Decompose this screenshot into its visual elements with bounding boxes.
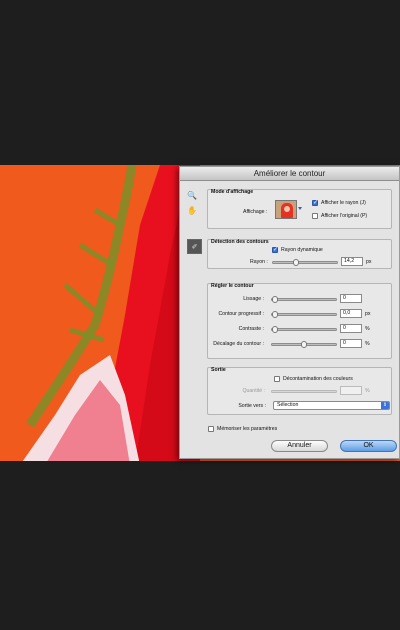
- ok-button[interactable]: OK: [340, 440, 397, 452]
- decalage-slider[interactable]: [271, 341, 337, 348]
- quantite-slider: [271, 390, 337, 393]
- contour-progressif-slider-knob[interactable]: [272, 311, 278, 318]
- sortie-vers-select[interactable]: Sélection ⇕: [273, 401, 390, 410]
- quantite-input: [340, 386, 362, 395]
- decalage-label: Décalage du contour :: [213, 341, 264, 347]
- cancel-button[interactable]: Annuler: [271, 440, 328, 452]
- group-regler: Régler le contour Lissage : 0 Contour pr…: [207, 283, 392, 359]
- rayon-label: Rayon :: [250, 259, 268, 265]
- tool-column: 🔍 ✋: [186, 189, 200, 219]
- group-detection: Détection des contours Rayon dynamique R…: [207, 239, 392, 269]
- quantite-label: Quantité :: [242, 388, 266, 394]
- memoriser-label: Mémoriser les paramètres: [217, 426, 278, 432]
- contour-progressif-label: Contour progressif :: [218, 311, 264, 317]
- contour-progressif-input[interactable]: 0,0: [340, 309, 362, 318]
- contraste-unit: %: [365, 326, 370, 332]
- rayon-slider-knob[interactable]: [292, 259, 299, 266]
- group-title-mode-affichage: Mode d'affichage: [211, 189, 254, 195]
- refine-edge-dialog: Améliorer le contour 🔍 ✋ ✐ Mode d'affich…: [179, 166, 400, 459]
- contour-progressif-unit: px: [365, 311, 371, 317]
- group-title-sortie: Sortie: [211, 367, 226, 373]
- contraste-slider-knob[interactable]: [272, 326, 278, 333]
- decalage-unit: %: [365, 341, 370, 347]
- rayon-dynamique-checkbox[interactable]: [272, 246, 278, 254]
- lissage-slider-knob[interactable]: [272, 296, 278, 303]
- contraste-input[interactable]: 0: [340, 324, 362, 333]
- memoriser-checkbox[interactable]: [208, 426, 214, 432]
- group-title-regler: Régler le contour: [211, 283, 254, 289]
- chevron-down-icon: ⇕: [381, 402, 389, 409]
- afficher-rayon-label: Afficher le rayon (J): [321, 200, 366, 206]
- contraste-label: Contraste :: [238, 326, 264, 332]
- lissage-input[interactable]: 0: [340, 294, 362, 303]
- rayon-dynamique-label: Rayon dynamique: [281, 247, 323, 253]
- view-mode-dropdown-icon[interactable]: [298, 207, 302, 213]
- lissage-slider[interactable]: [271, 296, 337, 303]
- group-sortie: Sortie Décontamination des couleurs Quan…: [207, 367, 392, 415]
- contraste-slider[interactable]: [271, 326, 337, 333]
- decontamination-checkbox[interactable]: [274, 376, 280, 382]
- rayon-input[interactable]: 14,2: [341, 257, 363, 266]
- rayon-slider[interactable]: [272, 259, 338, 266]
- thumbnail-face: [284, 206, 290, 212]
- view-mode-thumbnail[interactable]: [275, 200, 297, 219]
- hand-icon[interactable]: ✋: [186, 204, 198, 216]
- sortie-vers-label: Sortie vers :: [238, 403, 266, 409]
- contour-progressif-slider[interactable]: [271, 311, 337, 318]
- rayon-unit: px: [366, 259, 372, 265]
- refine-radius-brush-icon[interactable]: ✐: [187, 239, 202, 254]
- decontamination-label: Décontamination des couleurs: [283, 376, 353, 382]
- dialog-title: Améliorer le contour: [180, 167, 399, 181]
- sortie-vers-value: Sélection: [277, 402, 299, 408]
- decalage-slider-knob[interactable]: [301, 341, 307, 348]
- group-mode-affichage: Mode d'affichage Affichage : Afficher le…: [207, 189, 392, 229]
- decalage-input[interactable]: 0: [340, 339, 362, 348]
- quantite-unit: %: [365, 388, 370, 394]
- magnifier-icon[interactable]: 🔍: [186, 189, 198, 201]
- affichage-label: Affichage :: [243, 209, 268, 215]
- afficher-original-label: Afficher l'original (P): [321, 213, 368, 219]
- afficher-original-checkbox[interactable]: [312, 213, 318, 219]
- lissage-label: Lissage :: [243, 296, 264, 302]
- group-title-detection: Détection des contours: [211, 239, 269, 245]
- afficher-rayon-checkbox[interactable]: [312, 199, 318, 207]
